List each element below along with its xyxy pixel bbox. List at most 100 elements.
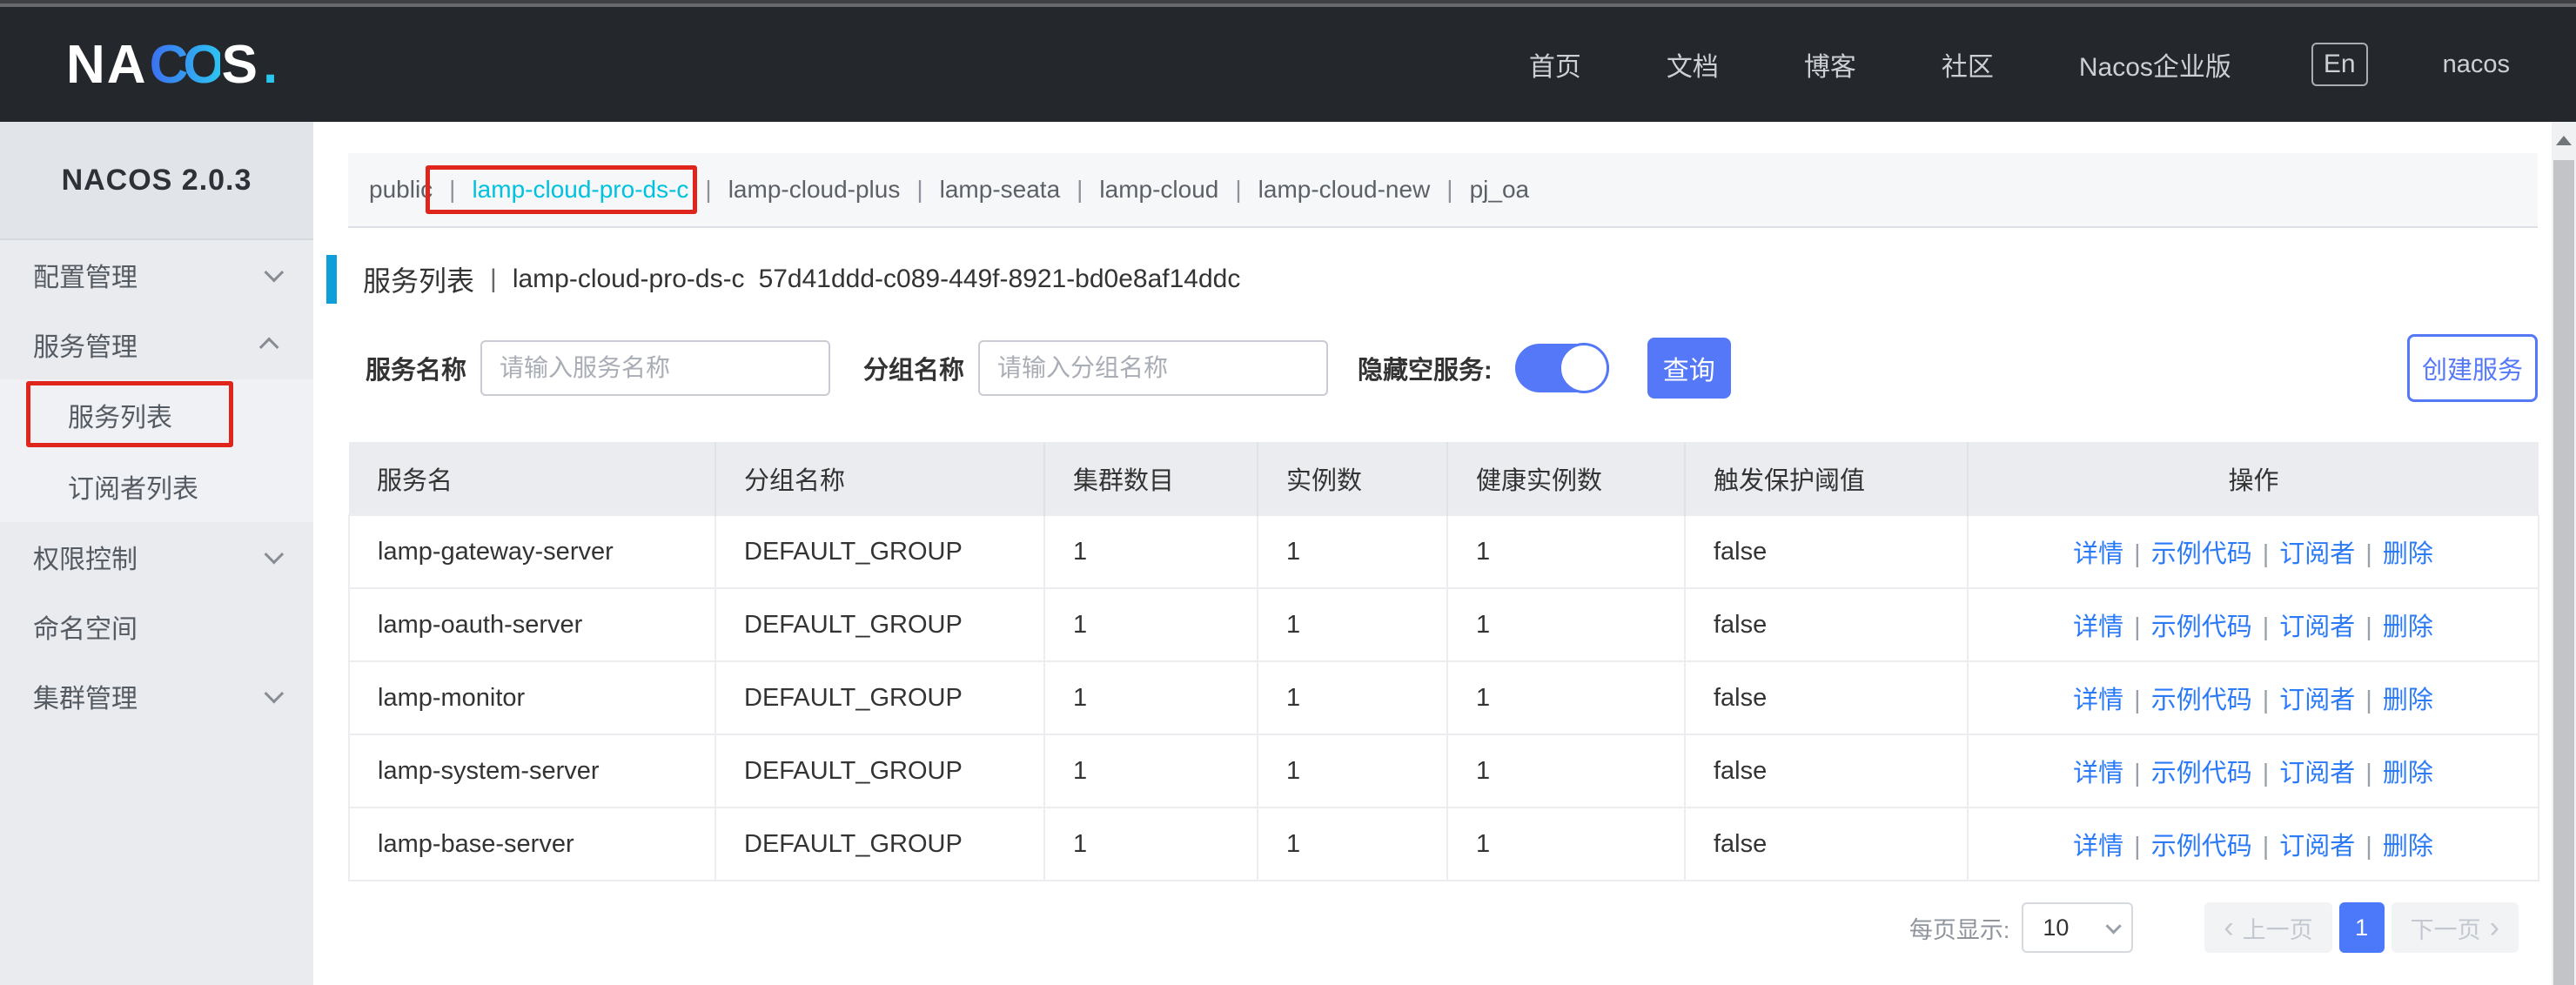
cell-name: lamp-base-server (349, 807, 715, 881)
sidebar-item-label: 命名空间 (33, 607, 138, 646)
subscribers-link[interactable]: 订阅者 (2279, 540, 2355, 568)
logo-text-right: S (222, 34, 259, 96)
detail-link[interactable]: 详情 (2073, 760, 2123, 787)
sidebar-item-4[interactable]: 权限控制 (0, 522, 313, 592)
operation-separator: | (2365, 613, 2372, 641)
toggle-knob (1559, 343, 1609, 393)
sample-code-link[interactable]: 示例代码 (2151, 613, 2252, 641)
namespace-tab-lamp-cloud-new[interactable]: |lamp-cloud-new (1218, 176, 1430, 204)
detail-link[interactable]: 详情 (2073, 613, 2123, 641)
sidebar-item-5[interactable]: 命名空间 (0, 592, 313, 661)
table-row: lamp-system-serverDEFAULT_GROUP111false详… (349, 734, 2539, 807)
nav-item-blog[interactable]: 博客 (1804, 45, 1856, 84)
nav-item-home[interactable]: 首页 (1529, 45, 1581, 84)
sidebar-item-0[interactable]: 配置管理 (0, 240, 313, 310)
namespace-tabbar: public|lamp-cloud-pro-ds-c|lamp-cloud-pl… (348, 153, 2538, 228)
group-name-label: 分组名称 (863, 350, 964, 386)
page-number-1[interactable]: 1 (2339, 902, 2385, 953)
operation-separator: | (2134, 833, 2141, 861)
subscribers-link[interactable]: 订阅者 (2279, 613, 2355, 641)
page-size-select[interactable]: 10 (2022, 902, 2133, 953)
sample-code-link[interactable]: 示例代码 (2151, 540, 2252, 568)
col-healthy-count: 健康实例数 (1447, 442, 1685, 515)
namespace-tab-lamp-cloud-pro-ds-c[interactable]: |lamp-cloud-pro-ds-c (433, 176, 688, 204)
nav-item-docs[interactable]: 文档 (1667, 45, 1719, 84)
sidebar-item-1[interactable]: 服务管理 (0, 310, 313, 379)
detail-link[interactable]: 详情 (2073, 687, 2123, 714)
tab-label: lamp-cloud-new (1258, 176, 1431, 204)
cell-group: DEFAULT_GROUP (715, 588, 1044, 661)
sidebar-version: NACOS 2.0.3 (0, 122, 313, 240)
subscribers-link[interactable]: 订阅者 (2279, 687, 2355, 714)
prev-page-button[interactable]: ‹ 上一页 (2204, 902, 2331, 953)
service-name-input[interactable] (480, 340, 830, 396)
operation-separator: | (2365, 760, 2372, 787)
detail-link[interactable]: 详情 (2073, 833, 2123, 861)
operation-separator: | (2134, 540, 2141, 568)
cell-operations: 详情|示例代码|订阅者|删除 (1968, 734, 2539, 807)
operation-separator: | (2263, 760, 2270, 787)
sidebar-item-label: 配置管理 (33, 256, 138, 294)
chevron-down-icon (2106, 918, 2122, 934)
cell-healthy: 1 (1447, 588, 1685, 661)
group-name-input[interactable] (978, 340, 1328, 396)
cell-group: DEFAULT_GROUP (715, 734, 1044, 807)
user-menu[interactable]: nacos (2443, 50, 2510, 79)
scrollbar-thumb[interactable] (2553, 160, 2574, 985)
scroll-up-arrow-icon (2556, 136, 2572, 145)
cell-healthy: 1 (1447, 807, 1685, 881)
namespace-tab-lamp-cloud-plus[interactable]: |lamp-cloud-plus (688, 176, 900, 204)
namespace-tab-public[interactable]: public (369, 176, 433, 204)
sidebar-item-2[interactable]: 服务列表 (0, 379, 313, 451)
next-arrow-icon: › (2490, 913, 2499, 942)
col-instance-count: 实例数 (1258, 442, 1447, 515)
page-title-row: 服务列表 | lamp-cloud-pro-ds-c 57d41ddd-c089… (348, 254, 2538, 305)
operation-separator: | (2134, 687, 2141, 714)
operation-separator: | (2365, 687, 2372, 714)
col-protect-threshold: 触发保护阈值 (1685, 442, 1968, 515)
tab-label: public (369, 176, 433, 204)
language-toggle[interactable]: En (2311, 43, 2368, 86)
hide-empty-toggle[interactable] (1515, 344, 1609, 392)
cell-name: lamp-gateway-server (349, 515, 715, 588)
delete-link[interactable]: 删除 (2383, 760, 2433, 787)
tab-separator: | (916, 176, 922, 204)
table-row: lamp-oauth-serverDEFAULT_GROUP111false详情… (349, 588, 2539, 661)
table-row: lamp-gateway-serverDEFAULT_GROUP111false… (349, 515, 2539, 588)
title-accent-bar (326, 255, 337, 304)
nav-item-community[interactable]: 社区 (1942, 45, 1994, 84)
tab-label: lamp-cloud-pro-ds-c (472, 176, 688, 204)
nav-item-enterprise[interactable]: Nacos企业版 (2079, 45, 2231, 84)
sidebar-item-3[interactable]: 订阅者列表 (0, 451, 313, 522)
query-button[interactable]: 查询 (1647, 338, 1731, 399)
cell-protect: false (1685, 807, 1968, 881)
filter-row: 服务名称 分组名称 隐藏空服务: 查询 创建服务 (348, 334, 2538, 402)
delete-link[interactable]: 删除 (2383, 613, 2433, 641)
detail-link[interactable]: 详情 (2073, 540, 2123, 568)
scrollbar-up-button[interactable] (2552, 122, 2576, 158)
subscribers-link[interactable]: 订阅者 (2279, 760, 2355, 787)
sidebar-item-6[interactable]: 集群管理 (0, 661, 313, 731)
namespace-tab-lamp-seata[interactable]: |lamp-seata (900, 176, 1060, 204)
namespace-tab-lamp-cloud[interactable]: |lamp-cloud (1060, 176, 1218, 204)
title-separator: | (490, 265, 497, 294)
sidebar-menu: 配置管理服务管理服务列表订阅者列表权限控制命名空间集群管理 (0, 240, 313, 731)
delete-link[interactable]: 删除 (2383, 833, 2433, 861)
namespace-tab-pj_oa[interactable]: |pj_oa (1430, 176, 1529, 204)
vertical-scrollbar[interactable] (2552, 122, 2576, 985)
cell-group: DEFAULT_GROUP (715, 807, 1044, 881)
content-area: public|lamp-cloud-pro-ds-c|lamp-cloud-pl… (313, 122, 2576, 985)
chevron-up-icon (259, 338, 279, 358)
create-service-button[interactable]: 创建服务 (2407, 334, 2538, 402)
delete-link[interactable]: 删除 (2383, 687, 2433, 714)
next-page-button[interactable]: 下一页 › (2392, 902, 2519, 953)
sample-code-link[interactable]: 示例代码 (2151, 687, 2252, 714)
navbar-links: 首页 文档 博客 社区 Nacos企业版 En nacos (1444, 43, 2510, 86)
delete-link[interactable]: 删除 (2383, 540, 2433, 568)
col-group-name: 分组名称 (715, 442, 1044, 515)
cell-clusters: 1 (1044, 661, 1258, 734)
sample-code-link[interactable]: 示例代码 (2151, 833, 2252, 861)
sample-code-link[interactable]: 示例代码 (2151, 760, 2252, 787)
subscribers-link[interactable]: 订阅者 (2279, 833, 2355, 861)
col-cluster-count: 集群数目 (1044, 442, 1258, 515)
